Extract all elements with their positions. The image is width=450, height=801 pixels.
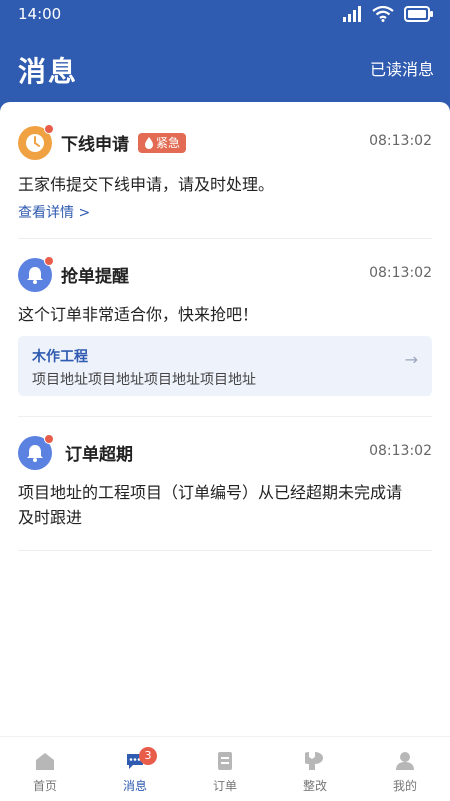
tab-label: 消息 <box>122 779 147 793</box>
message-title: 订单超期 <box>65 445 133 465</box>
battery-icon <box>404 6 433 22</box>
unread-dot <box>44 124 54 134</box>
message-item-grab-order[interactable]: 抢单提醒 08:13:02 这个订单非常适合你，快来抢吧！ 木作工程 项目地址项… <box>18 256 432 398</box>
signal-icon <box>343 6 361 22</box>
message-title: 抢单提醒 <box>61 267 129 287</box>
read-messages-button[interactable]: 已读消息 <box>370 56 434 80</box>
tab-rectify[interactable]: 整改 <box>270 737 360 801</box>
urgent-badge-label: 紧急 <box>156 136 181 150</box>
tab-messages[interactable]: 3 消息 <box>90 737 180 801</box>
message-title: 下线申请 <box>61 135 129 155</box>
message-body: 王家伟提交下线申请，请及时处理。 <box>18 175 275 194</box>
divider <box>18 550 432 551</box>
view-details-link[interactable]: 查看详情 > <box>18 202 90 222</box>
home-icon <box>36 753 54 770</box>
message-body: 这个订单非常适合你，快来抢吧！ <box>18 305 259 324</box>
message-item-offline-request[interactable]: 下线申请 紧急 08:13:02 王家伟提交下线申请，请及时处理。 查看详情 > <box>18 124 432 226</box>
message-time: 08:13:02 <box>369 443 432 459</box>
tab-label: 整改 <box>302 779 327 793</box>
tab-bar: 首页 3 消息 订单 整改 我的 <box>0 736 450 801</box>
divider <box>18 238 432 239</box>
clock-icon <box>18 124 54 160</box>
tab-orders[interactable]: 订单 <box>180 737 270 801</box>
bell-icon <box>18 256 54 292</box>
urgent-badge: 紧急 <box>138 133 187 153</box>
arrow-right-icon: → <box>404 350 418 369</box>
wrench-icon <box>305 752 323 770</box>
header: 消息 已读消息 <box>0 30 450 100</box>
status-time: 14:00 <box>18 5 62 23</box>
flame-icon <box>145 137 153 149</box>
unread-dot <box>44 434 54 444</box>
tab-label: 订单 <box>212 779 237 793</box>
status-icons <box>342 6 434 22</box>
message-time: 08:13:02 <box>369 133 432 149</box>
user-icon <box>396 752 414 770</box>
tab-label: 首页 <box>32 779 57 793</box>
bell-icon <box>18 434 54 470</box>
order-icon <box>218 752 232 770</box>
page-title: 消息 <box>18 55 79 88</box>
order-card-address: 项目地址项目地址项目地址项目地址 <box>32 372 256 388</box>
tab-home[interactable]: 首页 <box>0 737 90 801</box>
divider <box>18 416 432 417</box>
unread-dot <box>44 256 54 266</box>
order-card-title: 木作工程 <box>32 349 88 365</box>
message-item-order-overdue[interactable]: 订单超期 08:13:02 项目地址的工程项目（订单编号）从已经超期未完成请 及… <box>18 434 432 536</box>
tab-profile[interactable]: 我的 <box>360 737 450 801</box>
order-card[interactable]: 木作工程 项目地址项目地址项目地址项目地址 → <box>18 336 432 396</box>
message-body-line: 项目地址的工程项目（订单编号）从已经超期未完成请 <box>18 483 403 502</box>
message-body-line: 及时跟进 <box>18 508 83 527</box>
wifi-icon <box>372 6 394 22</box>
message-list: 下线申请 紧急 08:13:02 王家伟提交下线申请，请及时处理。 查看详情 >… <box>0 102 450 736</box>
status-bar: 14:00 <box>0 0 450 30</box>
message-time: 08:13:02 <box>369 265 432 281</box>
unread-count-badge: 3 <box>139 747 157 765</box>
tab-label: 我的 <box>392 779 417 793</box>
